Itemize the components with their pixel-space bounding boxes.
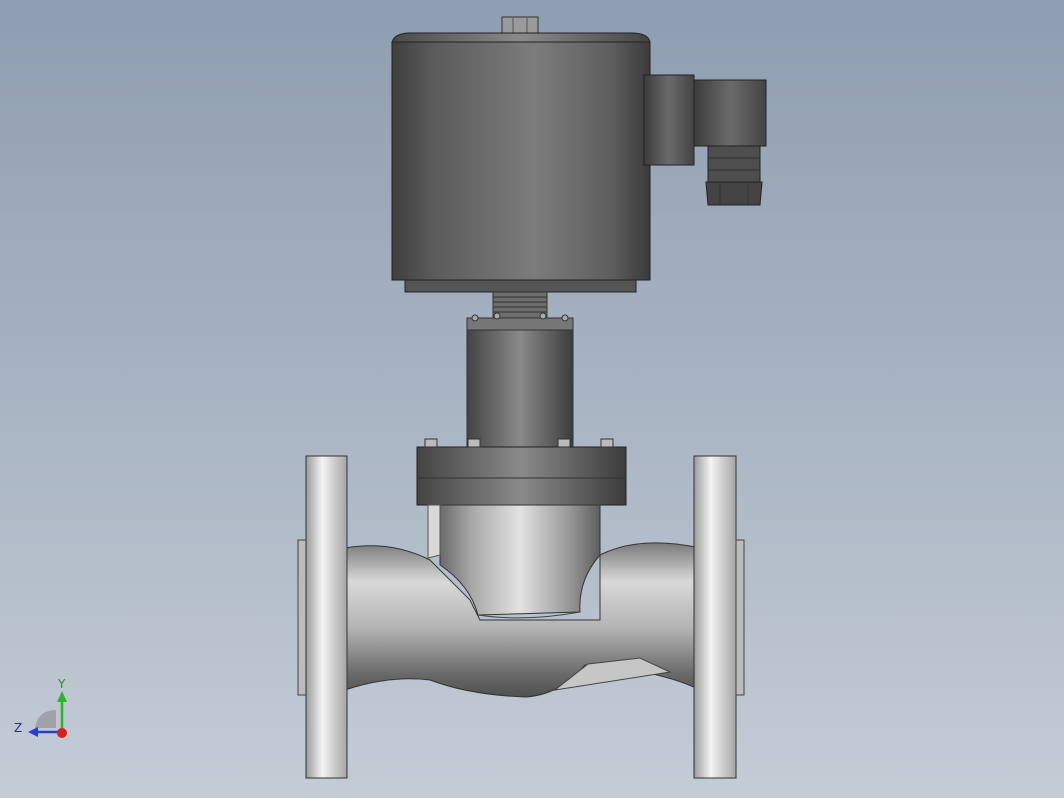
x-axis-dot	[57, 728, 67, 738]
solenoid-coil-housing	[391, 32, 651, 293]
valve-body	[344, 504, 701, 698]
coordinate-triad: Y Z	[10, 676, 80, 746]
y-axis-label: Y	[58, 677, 66, 691]
threaded-stem	[492, 291, 548, 319]
z-axis-label: Z	[14, 721, 23, 735]
left-flange	[297, 455, 348, 779]
triad-axes-icon	[28, 691, 67, 738]
electrical-connector	[643, 74, 767, 206]
graphics-viewport[interactable]: Y Z	[0, 0, 1064, 798]
bonnet-flange	[416, 438, 627, 506]
solenoid-valve-model[interactable]	[0, 0, 1064, 798]
right-flange	[693, 455, 745, 779]
bonnet-tube	[466, 312, 574, 449]
